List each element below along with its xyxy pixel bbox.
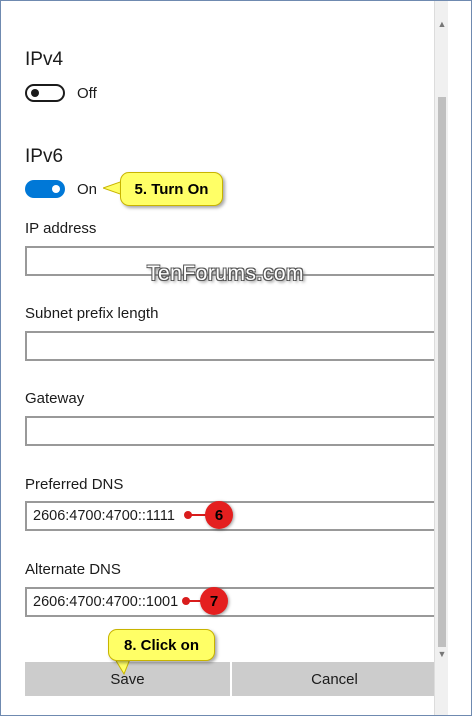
ipv4-toggle-row: Off: [25, 81, 97, 105]
step5-callout: 5. Turn On: [120, 172, 223, 206]
gateway-label: Gateway: [25, 390, 85, 407]
ipv4-toggle[interactable]: [25, 84, 65, 102]
ipv6-toggle[interactable]: [25, 180, 65, 198]
chevron-down-icon[interactable]: ▼: [437, 649, 447, 659]
step6-connector: [190, 514, 206, 516]
subnet-prefix-length-input[interactable]: [25, 331, 435, 361]
step8-callout: 8. Click on: [108, 629, 215, 661]
subnet-prefix-length-label: Subnet prefix length: [25, 305, 159, 322]
step7-badge: 7: [200, 587, 228, 615]
ipv6-title: IPv6: [25, 146, 64, 167]
dialog-buttons: Save Cancel: [25, 662, 435, 696]
ipv6-toggle-label: On: [77, 180, 98, 198]
watermark: TenForums.com: [147, 262, 305, 285]
alternate-dns-label: Alternate DNS: [25, 561, 121, 578]
cancel-button[interactable]: Cancel: [232, 662, 435, 696]
ipv4-toggle-knob: [31, 89, 39, 97]
ipv4-toggle-label: Off: [77, 84, 97, 102]
ipv4-title: IPv4: [25, 49, 64, 70]
chevron-up-icon[interactable]: ▲: [437, 19, 447, 29]
alternate-dns-input[interactable]: 2606:4700:4700::1001: [25, 587, 435, 617]
ip-address-label: IP address: [25, 220, 97, 237]
preferred-dns-label: Preferred DNS: [25, 476, 124, 493]
scrollbar-thumb[interactable]: [438, 97, 446, 647]
gateway-input[interactable]: [25, 416, 435, 446]
vertical-scrollbar[interactable]: ▲ ▼: [434, 1, 448, 715]
ipv6-toggle-row: On: [25, 177, 97, 201]
step6-badge: 6: [205, 501, 233, 529]
ipv6-toggle-knob: [52, 185, 60, 193]
